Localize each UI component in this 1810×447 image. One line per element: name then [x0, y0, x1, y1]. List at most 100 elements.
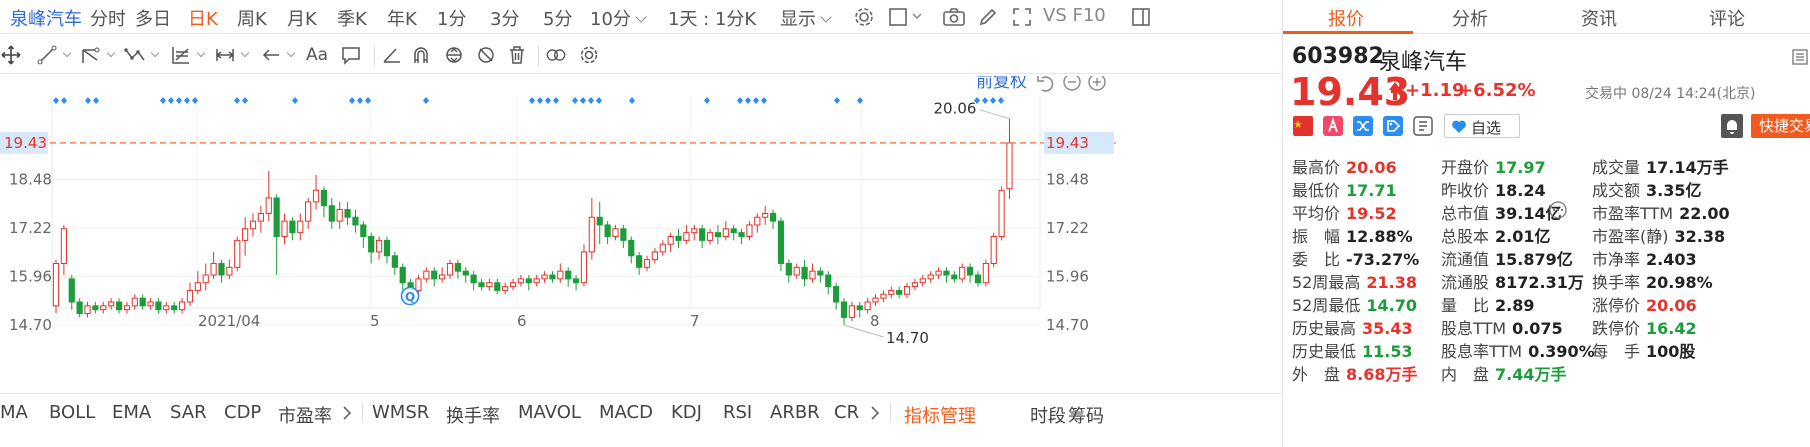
- add-watchlist-button[interactable]: 自选: [1444, 114, 1520, 138]
- tab-quote[interactable]: 报价: [1328, 5, 1364, 31]
- notes-icon[interactable]: [1413, 116, 1433, 140]
- max-price-label: 20.06: [933, 100, 976, 118]
- lock-drawings-icon[interactable]: [443, 44, 465, 66]
- magnet-icon[interactable]: [410, 44, 432, 66]
- tab-multiday[interactable]: 多日: [135, 5, 171, 31]
- stat-value: 0.075: [1512, 319, 1563, 338]
- stat-8-1: 股息率TTM 0.390%: [1441, 338, 1595, 362]
- tab-monthly-k[interactable]: 月K: [287, 5, 317, 31]
- tab-1min[interactable]: 1分: [437, 5, 466, 31]
- candle-body: [84, 305, 91, 315]
- candle-body: [178, 301, 186, 311]
- text-tool-button[interactable]: Aa: [306, 44, 328, 66]
- chart-style-icon[interactable]: [887, 6, 909, 32]
- stat-label: 量 比: [1441, 296, 1490, 315]
- settings-icon[interactable]: [853, 6, 875, 32]
- fibonacci-tool-icon[interactable]: [170, 44, 206, 66]
- period-select-1day-1min[interactable]: 1天 : 1分K: [668, 5, 756, 31]
- indicator-bar: MA BOLL EMA SAR CDP 市盈率 WMSR 换手率 MAVOL M…: [0, 393, 1282, 431]
- bell-icon[interactable]: [1721, 114, 1743, 138]
- chevron-right-icon[interactable]: [340, 404, 354, 426]
- candle-body: [242, 228, 249, 241]
- fullscreen-icon[interactable]: [1011, 6, 1033, 32]
- candlestick-chart[interactable]: 18.48 17.22 15.96 14.70 18.48 17.22 15.96 14.7…: [0, 76, 1116, 392]
- candle-body: [305, 201, 312, 222]
- stock-name-tab[interactable]: 泉峰汽车: [10, 5, 82, 31]
- panel-toggle-icon[interactable]: [1130, 6, 1152, 32]
- indicator-mavol[interactable]: MAVOL: [518, 402, 581, 423]
- trash-icon[interactable]: [506, 44, 528, 66]
- tab-5min[interactable]: 5分: [543, 5, 572, 31]
- wave-tool-icon[interactable]: [124, 44, 160, 66]
- comment-tool-icon[interactable]: [340, 44, 362, 66]
- indicator-ma[interactable]: MA: [0, 402, 28, 423]
- camera-icon[interactable]: [942, 6, 966, 32]
- candle-body: [746, 224, 753, 238]
- pen-icon[interactable]: [977, 6, 999, 32]
- indicator-kdj[interactable]: KDJ: [671, 402, 702, 423]
- adjust-mode-button[interactable]: 前复权: [976, 76, 1027, 92]
- tag-icon[interactable]: [1383, 116, 1403, 140]
- stat-4-2: 市净率 2.403: [1592, 246, 1697, 270]
- tab-yearly-k[interactable]: 年K: [387, 5, 417, 31]
- candle-body: [659, 243, 666, 253]
- chips-button[interactable]: 筹码: [1068, 402, 1104, 428]
- tab-quarterly-k[interactable]: 季K: [337, 5, 367, 31]
- tab-intraday[interactable]: 分时: [90, 5, 126, 31]
- quick-trade-button[interactable]: 快捷交易: [1751, 114, 1810, 138]
- chevron-down-icon[interactable]: [910, 8, 924, 27]
- indicator-sar[interactable]: SAR: [170, 402, 207, 423]
- indicator-turnover[interactable]: 换手率: [446, 402, 500, 428]
- line-tool-icon[interactable]: [36, 44, 72, 66]
- indicator-pe[interactable]: 市盈率: [278, 402, 332, 428]
- compare-icon[interactable]: [545, 44, 567, 66]
- stat-label: 历史最低: [1292, 342, 1357, 361]
- tab-3min[interactable]: 3分: [490, 5, 519, 31]
- menu-icon[interactable]: [1791, 48, 1809, 70]
- stat-label: 股息率TTM: [1441, 342, 1523, 361]
- indicator-wmsr[interactable]: WMSR: [372, 402, 429, 423]
- angle-tool-icon[interactable]: [381, 44, 403, 66]
- stat-value: 19.52: [1346, 204, 1397, 223]
- candle-body: [825, 274, 832, 288]
- tab-weekly-k[interactable]: 周K: [237, 5, 267, 31]
- crosshair-move-icon[interactable]: [0, 44, 22, 66]
- indicator-ema[interactable]: EMA: [112, 402, 151, 423]
- indicator-cdp[interactable]: CDP: [224, 402, 261, 423]
- tab-comments[interactable]: 评论: [1709, 5, 1745, 31]
- indicator-arbr[interactable]: ARBR: [770, 402, 820, 423]
- tab-news[interactable]: 资讯: [1581, 5, 1617, 31]
- channel-tool-icon[interactable]: [80, 44, 116, 66]
- stock-code: 603982: [1292, 44, 1384, 69]
- drawing-settings-icon[interactable]: [578, 44, 600, 66]
- tab-daily-k[interactable]: 日K: [188, 5, 218, 31]
- tab-10min[interactable]: 10分: [590, 5, 645, 31]
- candle-body: [588, 216, 595, 253]
- indicator-cr[interactable]: CR: [834, 402, 859, 423]
- arrow-tool-icon[interactable]: [260, 44, 296, 66]
- tab-analysis[interactable]: 分析: [1452, 5, 1488, 31]
- chevron-right-icon[interactable]: [868, 404, 882, 426]
- session-button[interactable]: 时段: [1030, 402, 1066, 428]
- stat-label: 成交额: [1592, 181, 1641, 200]
- candle-body: [722, 228, 729, 238]
- candle-body: [935, 270, 942, 276]
- candle-body: [612, 228, 619, 238]
- northbound-icon[interactable]: [1323, 116, 1343, 140]
- indicator-boll[interactable]: BOLL: [49, 402, 95, 423]
- indicator-macd[interactable]: MACD: [599, 402, 653, 423]
- vs-f10-button[interactable]: VS F10: [1043, 5, 1106, 26]
- stat-0-2: 成交量 17.14万手: [1592, 154, 1729, 178]
- more-info-icon[interactable]: [1549, 201, 1567, 223]
- display-menu[interactable]: 显示: [780, 5, 830, 31]
- stat-value: 15.879亿: [1495, 250, 1573, 269]
- indicator-manage-button[interactable]: 指标管理: [904, 402, 976, 428]
- hide-drawings-icon[interactable]: [475, 44, 497, 66]
- shuffle-icon[interactable]: [1353, 116, 1373, 140]
- candle-body: [92, 305, 99, 311]
- stat-label: 市盈率(静): [1592, 227, 1669, 246]
- q-marker-icon[interactable]: Q: [400, 286, 420, 306]
- range-measure-icon[interactable]: [214, 44, 250, 66]
- indicator-rsi[interactable]: RSI: [723, 402, 752, 423]
- stat-label: 外 盘: [1292, 365, 1341, 384]
